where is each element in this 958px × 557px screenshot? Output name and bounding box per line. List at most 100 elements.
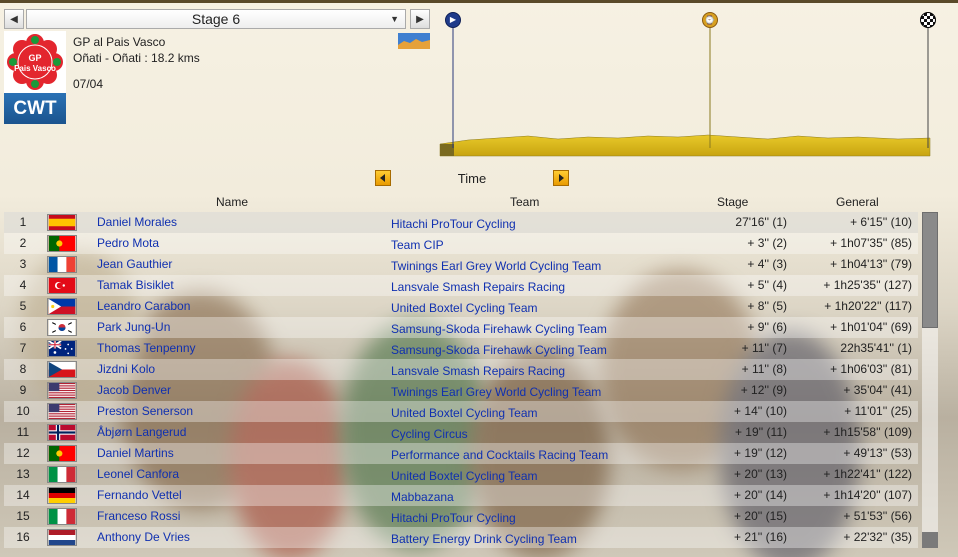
column-header-stage[interactable]: Stage <box>717 195 748 209</box>
table-row[interactable]: 13 Leonel Canfora United Boxtel Cycling Te… <box>4 464 918 485</box>
gp-pais-vasco-logo: GP Pais Vasco <box>4 31 66 93</box>
rider-name-link[interactable]: Fernando Vettel <box>97 485 182 506</box>
rider-name-link[interactable]: Leonel Canfora <box>97 464 179 485</box>
stage-type-icon <box>398 33 430 49</box>
general-time: + 49'13'' (53) <box>843 446 912 460</box>
general-time: + 6'15'' (10) <box>850 215 912 229</box>
team-name-link[interactable]: Performance and Cocktails Racing Team <box>391 445 608 466</box>
table-row[interactable]: 14 Fernando Vettel Mabbazana + 20'' (14) + 1… <box>4 485 918 506</box>
team-name-link[interactable]: United Boxtel Cycling Team <box>391 403 538 424</box>
team-name-link[interactable]: Cycling Circus <box>391 424 468 445</box>
team-name-link[interactable]: Lansvale Smash Repairs Racing <box>391 277 565 298</box>
general-time: + 1h04'13'' (79) <box>830 257 912 271</box>
results-table: 1 Daniel Morales Hitachi ProTour Cycling 27… <box>4 212 918 548</box>
rider-name-link[interactable]: Daniel Martins <box>97 443 174 464</box>
scrollbar-thumb[interactable] <box>922 212 938 328</box>
team-name-link[interactable]: Twinings Earl Grey World Cycling Team <box>391 256 601 277</box>
team-name-link[interactable]: Hitachi ProTour Cycling <box>391 214 516 235</box>
stage-time: + 5'' (4) <box>747 278 787 292</box>
general-time: + 1h20'22'' (117) <box>824 299 912 313</box>
chevron-down-icon: ▼ <box>390 14 399 24</box>
row-position: 7 <box>19 341 27 355</box>
table-row[interactable]: 4 Tamak Bisiklet Lansvale Smash Repairs Ra… <box>4 275 918 296</box>
table-row[interactable]: 3 Jean Gauthier Twinings Earl Grey World C… <box>4 254 918 275</box>
tr-flag-icon <box>47 277 77 294</box>
tab-label: Time <box>457 171 487 186</box>
rider-name-link[interactable]: Park Jung-Un <box>97 317 170 338</box>
rider-name-link[interactable]: Leandro Carabon <box>97 296 190 317</box>
table-row[interactable]: 8 Jizdni Kolo Lansvale Smash Repairs Racin… <box>4 359 918 380</box>
team-name-link[interactable]: Twinings Earl Grey World Cycling Team <box>391 382 601 403</box>
general-time: + 51'53'' (56) <box>843 509 912 523</box>
general-time: + 35'04'' (41) <box>843 383 912 397</box>
prev-stage-button[interactable]: ◀ <box>4 9 24 29</box>
table-row[interactable]: 5 Leandro Carabon United Boxtel Cycling Te… <box>4 296 918 317</box>
column-header-team[interactable]: Team <box>510 195 539 209</box>
race-logo: GP Pais Vasco CWT <box>4 31 66 124</box>
table-row[interactable]: 10 Preston Senerson United Boxtel Cycling … <box>4 401 918 422</box>
table-row[interactable]: 11 Åbjørn Langerud Cycling Circus + 19'' (1… <box>4 422 918 443</box>
table-row[interactable]: 2 Pedro Mota Team CIP + 3'' (2) + 1h07'35'' … <box>4 233 918 254</box>
rider-name-link[interactable]: Franceso Rossi <box>97 506 180 527</box>
stage-selector: ◀ Stage 6 ▼ ▶ <box>4 9 432 29</box>
table-row[interactable]: 1 Daniel Morales Hitachi ProTour Cycling 27… <box>4 212 918 233</box>
stage-dropdown[interactable]: Stage 6 ▼ <box>26 9 406 29</box>
row-position: 4 <box>19 278 27 292</box>
rider-name-link[interactable]: Jean Gauthier <box>97 254 172 275</box>
team-name-link[interactable]: Hitachi ProTour Cycling <box>391 508 516 529</box>
stage-profile: ▶ ⌚ <box>438 8 938 158</box>
next-stage-button[interactable]: ▶ <box>410 9 430 29</box>
rider-name-link[interactable]: Daniel Morales <box>97 212 177 233</box>
rider-name-link[interactable]: Jizdni Kolo <box>97 359 155 380</box>
team-name-link[interactable]: Samsung-Skoda Firehawk Cycling Team <box>391 319 607 340</box>
race-name: GP al Pais Vasco <box>73 35 166 49</box>
stage-time: + 19'' (11) <box>734 425 787 439</box>
team-name-link[interactable]: Samsung-Skoda Firehawk Cycling Team <box>391 340 607 361</box>
scrollbar-down-button[interactable] <box>922 532 938 548</box>
cz-flag-icon <box>47 361 77 378</box>
row-position: 2 <box>19 236 27 250</box>
general-time: + 1h01'04'' (69) <box>830 320 912 334</box>
team-name-link[interactable]: Team CIP <box>391 235 444 256</box>
table-row[interactable]: 9 Jacob Denver Twinings Earl Grey World Cy… <box>4 380 918 401</box>
rider-name-link[interactable]: Thomas Tenpenny <box>97 338 196 359</box>
table-row[interactable]: 16 Anthony De Vries Battery Energy Drink C… <box>4 527 918 548</box>
rider-name-link[interactable]: Tamak Bisiklet <box>97 275 174 296</box>
stage-time: + 21'' (16) <box>734 530 787 544</box>
general-time: + 22'32'' (35) <box>843 530 912 544</box>
team-name-link[interactable]: Battery Energy Drink Cycling Team <box>391 529 577 550</box>
prev-tab-button[interactable] <box>375 170 391 186</box>
stage-time: + 12'' (9) <box>740 383 787 397</box>
general-time: + 1h22'41'' (122) <box>823 467 912 481</box>
table-row[interactable]: 12 Daniel Martins Performance and Cocktail… <box>4 443 918 464</box>
row-position: 1 <box>19 215 27 229</box>
rider-name-link[interactable]: Pedro Mota <box>97 233 159 254</box>
stage-time: + 20'' (13) <box>734 467 787 481</box>
table-row[interactable]: 7 Thomas Tenpenny Samsung-Skoda Firehawk C… <box>4 338 918 359</box>
kr-flag-icon <box>47 319 77 336</box>
row-position: 12 <box>16 446 30 460</box>
stage-time: + 4'' (3) <box>747 257 787 271</box>
rider-name-link[interactable]: Anthony De Vries <box>97 527 190 548</box>
column-header-name[interactable]: Name <box>216 195 248 209</box>
row-position: 10 <box>16 404 30 418</box>
team-name-link[interactable]: United Boxtel Cycling Team <box>391 466 538 487</box>
pt-flag-icon <box>47 445 77 462</box>
general-time: + 11'01'' (25) <box>844 404 912 418</box>
team-name-link[interactable]: Lansvale Smash Repairs Racing <box>391 361 565 382</box>
rider-name-link[interactable]: Åbjørn Langerud <box>97 422 186 443</box>
team-name-link[interactable]: United Boxtel Cycling Team <box>391 298 538 319</box>
column-header-general[interactable]: General <box>836 195 879 209</box>
table-row[interactable]: 15 Franceso Rossi Hitachi ProTour Cycling +… <box>4 506 918 527</box>
stage-time: 27'16'' (1) <box>735 215 787 229</box>
next-tab-button[interactable] <box>553 170 569 186</box>
stage-time: + 8'' (5) <box>747 299 787 313</box>
team-name-link[interactable]: Mabbazana <box>391 487 454 508</box>
rider-name-link[interactable]: Preston Senerson <box>97 401 193 422</box>
stage-time: + 20'' (14) <box>734 488 787 502</box>
table-row[interactable]: 6 Park Jung-Un Samsung-Skoda Firehawk Cycl… <box>4 317 918 338</box>
it-flag-icon <box>47 466 77 483</box>
general-time: 22h35'41'' (1) <box>840 341 912 355</box>
no-flag-icon <box>47 424 77 441</box>
rider-name-link[interactable]: Jacob Denver <box>97 380 171 401</box>
